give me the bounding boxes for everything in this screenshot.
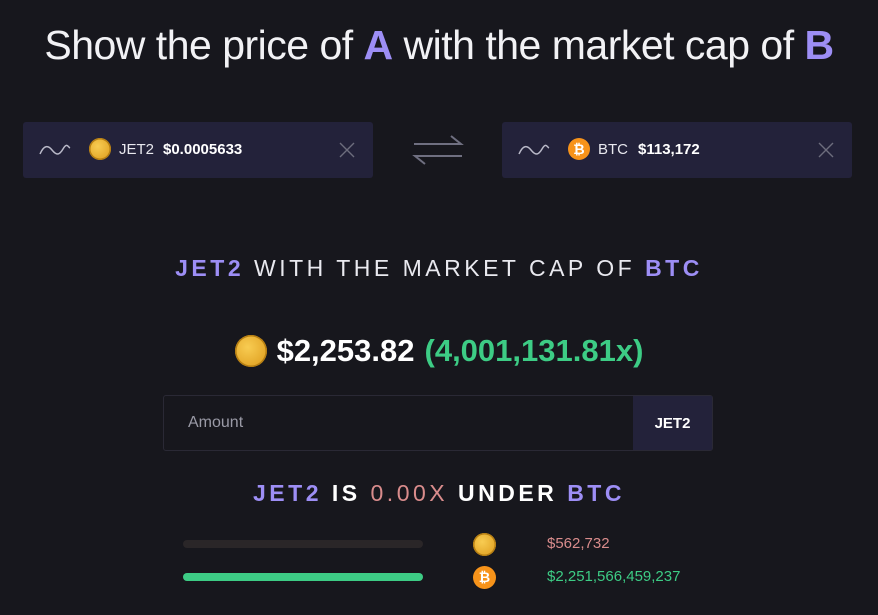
subtitle-middle: WITH THE MARKET CAP OF	[244, 255, 646, 281]
verdict-ratio: 0.00X	[370, 480, 449, 506]
token-b-price: $113,172	[638, 141, 700, 158]
token-b-selector[interactable]: ₿ BTC $113,172	[502, 122, 852, 178]
market-cap-bar-jet2	[183, 540, 423, 548]
bitcoin-icon: ₿	[473, 566, 496, 589]
amount-unit-label: JET2	[633, 396, 712, 450]
token-b-symbol: BTC	[598, 141, 628, 158]
jet2-coin-icon	[473, 533, 496, 556]
token-a-price: $0.0005633	[163, 141, 243, 158]
market-cap-jet2: $562,732	[547, 535, 610, 552]
swap-icon[interactable]	[411, 132, 465, 168]
amount-field-group: JET2	[163, 395, 713, 451]
jet2-coin-icon	[89, 138, 111, 160]
token-a-symbol: JET2	[119, 141, 155, 158]
close-icon[interactable]	[339, 142, 355, 158]
jet2-coin-icon	[234, 335, 267, 367]
title-prefix: Show the price of	[44, 22, 364, 68]
verdict-token-a: JET2	[253, 480, 322, 506]
title-token-a: A	[363, 22, 394, 68]
token-a-selector[interactable]: JET2 $0.0005633	[23, 122, 373, 178]
sparkline-icon	[39, 144, 71, 155]
verdict-token-b: BTC	[567, 480, 625, 506]
verdict-line: JET2 IS 0.00X UNDER BTC	[0, 480, 878, 507]
result-line: $2,253.82 (4,001,131.81x)	[0, 333, 878, 369]
verdict-under: UNDER	[448, 480, 568, 506]
title-middle: with the market cap of	[392, 22, 805, 68]
close-icon[interactable]	[818, 142, 834, 158]
amount-input[interactable]	[164, 396, 634, 450]
subtitle-token-a: JET2	[175, 255, 245, 281]
sparkline-icon	[518, 144, 550, 155]
market-cap-bar-fill	[183, 573, 423, 581]
page-title: Show the price of A with the market cap …	[0, 22, 878, 69]
verdict-is: IS	[322, 480, 371, 506]
subtitle-token-b: BTC	[645, 255, 703, 281]
result-price: $2,253.82	[276, 333, 415, 368]
title-token-b: B	[804, 22, 835, 68]
market-cap-btc: $2,251,566,459,237	[547, 568, 681, 585]
comparison-subtitle: JET2 WITH THE MARKET CAP OF BTC	[0, 255, 878, 282]
market-cap-bar-btc	[183, 573, 423, 581]
result-multiplier: (4,001,131.81x)	[424, 333, 644, 368]
bitcoin-icon: ₿	[568, 138, 590, 160]
